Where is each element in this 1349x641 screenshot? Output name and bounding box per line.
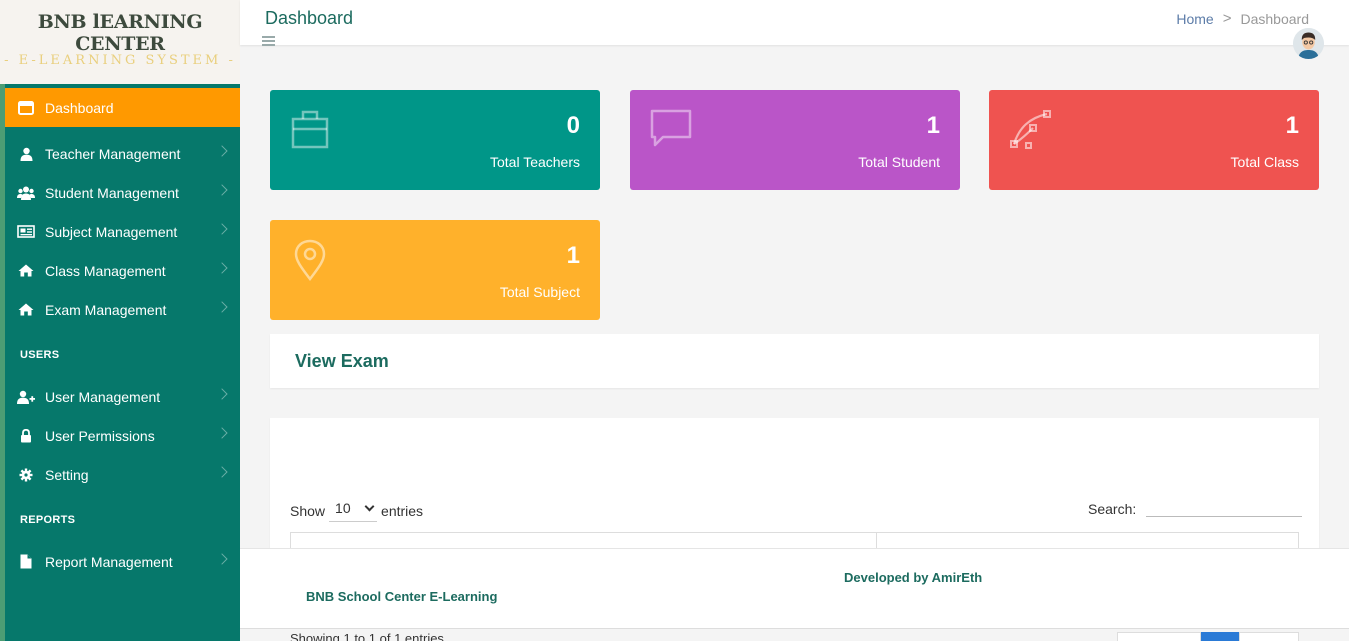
sidebar-item-label: Class Management <box>45 262 166 279</box>
view-exam-title: View Exam <box>295 351 389 371</box>
newspaper-icon <box>5 225 45 238</box>
stat-value: 1 <box>1285 112 1299 139</box>
pagination-next[interactable] <box>1239 632 1299 641</box>
dashboard-icon <box>5 100 45 115</box>
chevron-right-icon <box>216 553 228 565</box>
breadcrumb: Home > Dashboard <box>1176 10 1309 27</box>
sidebar-item-user-permissions[interactable]: User Permissions <box>5 416 240 455</box>
pagination-previous[interactable] <box>1117 632 1201 641</box>
pagination <box>1117 632 1299 641</box>
lock-icon <box>5 428 45 443</box>
chevron-right-icon <box>216 262 228 274</box>
stat-card-teachers[interactable]: 0 Total Teachers <box>270 90 600 190</box>
user-plus-icon <box>5 390 45 404</box>
show-label: Show <box>290 503 326 519</box>
chevron-right-icon <box>216 427 228 439</box>
footer-developer-credit: Developed by AmirEth <box>844 570 983 585</box>
sidebar-item-label: Exam Management <box>45 301 167 318</box>
brand-subtitle: - E-LEARNING SYSTEM - <box>4 53 236 68</box>
stat-label: Total Teachers <box>489 154 580 170</box>
vector-path-icon <box>1009 108 1053 155</box>
briefcase-icon <box>290 108 330 155</box>
search-input[interactable] <box>1146 500 1303 517</box>
sidebar-item-label: User Permissions <box>45 427 155 444</box>
page-title: Dashboard <box>265 8 354 28</box>
table-search: Search: <box>1088 500 1303 517</box>
sidebar-item-label: Dashboard <box>45 99 114 116</box>
entries-label: entries <box>381 503 424 519</box>
sidebar-item-setting[interactable]: Setting <box>5 455 240 494</box>
stat-card-students[interactable]: 1 Total Student <box>630 90 960 190</box>
top-header: Dashboard Home > Dashboard <box>240 0 1349 48</box>
home-icon <box>5 303 45 316</box>
sidebar-item-class-management[interactable]: Class Management <box>5 251 240 290</box>
sidebar: BNB lEARNING CENTER - E-LEARNING SYSTEM … <box>0 0 240 641</box>
sidebar-item-label: Student Management <box>45 184 179 201</box>
entries-select[interactable]: 10 <box>329 500 378 522</box>
breadcrumb-current: Dashboard <box>1240 10 1310 27</box>
table-info: Showing 1 to 1 of 1 entries <box>290 631 444 641</box>
sidebar-item-student-management[interactable]: Student Management <box>5 173 240 212</box>
chevron-right-icon <box>216 301 228 313</box>
sidebar-item-report-management[interactable]: Report Management <box>5 542 240 581</box>
stat-value: 1 <box>926 112 940 139</box>
sidebar-item-exam-management[interactable]: Exam Management <box>5 290 240 329</box>
chevron-right-icon <box>216 388 228 400</box>
sidebar-item-label: Setting <box>45 466 89 483</box>
brand-logo[interactable]: BNB lEARNING CENTER - E-LEARNING SYSTEM … <box>0 0 240 84</box>
footer-brand: BNB School Center E-Learning <box>306 589 498 604</box>
chat-bubble-icon <box>650 108 692 155</box>
chevron-right-icon <box>216 184 228 196</box>
stat-value: 0 <box>566 112 580 139</box>
gear-icon <box>5 468 45 482</box>
chevron-right-icon <box>216 223 228 235</box>
home-icon <box>5 264 45 277</box>
user-icon <box>5 147 45 161</box>
stat-label: Total Student <box>858 154 940 170</box>
sidebar-item-label: Teacher Management <box>45 145 181 162</box>
sidebar-section-reports: REPORTS <box>20 514 76 526</box>
sidebar-item-subject-management[interactable]: Subject Management <box>5 212 240 251</box>
stat-card-classes[interactable]: 1 Total Class <box>989 90 1319 190</box>
users-icon <box>5 186 45 200</box>
file-icon <box>5 554 45 569</box>
entries-length-control: Show 10 entries <box>290 500 423 522</box>
stat-card-subjects[interactable]: 1 Total Subject <box>270 220 600 320</box>
map-pin-icon <box>290 238 330 287</box>
sidebar-item-teacher-management[interactable]: Teacher Management <box>5 134 240 173</box>
stat-label: Total Class <box>1230 154 1299 170</box>
chevron-right-icon <box>216 145 228 157</box>
sidebar-section-users: USERS <box>20 349 60 361</box>
breadcrumb-separator: > <box>1222 10 1232 27</box>
breadcrumb-home-link[interactable]: Home <box>1176 11 1213 27</box>
sidebar-item-label: User Management <box>45 388 161 405</box>
stat-label: Total Subject <box>499 284 580 300</box>
stat-value: 1 <box>566 242 580 269</box>
sidebar-item-user-management[interactable]: User Management <box>5 377 240 416</box>
avatar[interactable] <box>1293 28 1324 59</box>
view-exam-panel: View Exam <box>270 334 1319 388</box>
search-label: Search: <box>1088 500 1137 517</box>
chevron-down-icon <box>364 501 375 512</box>
pagination-page-1[interactable] <box>1201 632 1239 641</box>
footer: Developed by AmirEth BNB School Center E… <box>240 548 1349 628</box>
brand-title: BNB lEARNING CENTER <box>37 11 203 55</box>
chevron-right-icon <box>216 466 228 478</box>
sidebar-item-label: Report Management <box>45 553 173 570</box>
menu-toggle-icon[interactable] <box>262 36 275 48</box>
sidebar-item-label: Subject Management <box>45 223 178 240</box>
sidebar-item-dashboard[interactable]: Dashboard <box>5 88 240 127</box>
